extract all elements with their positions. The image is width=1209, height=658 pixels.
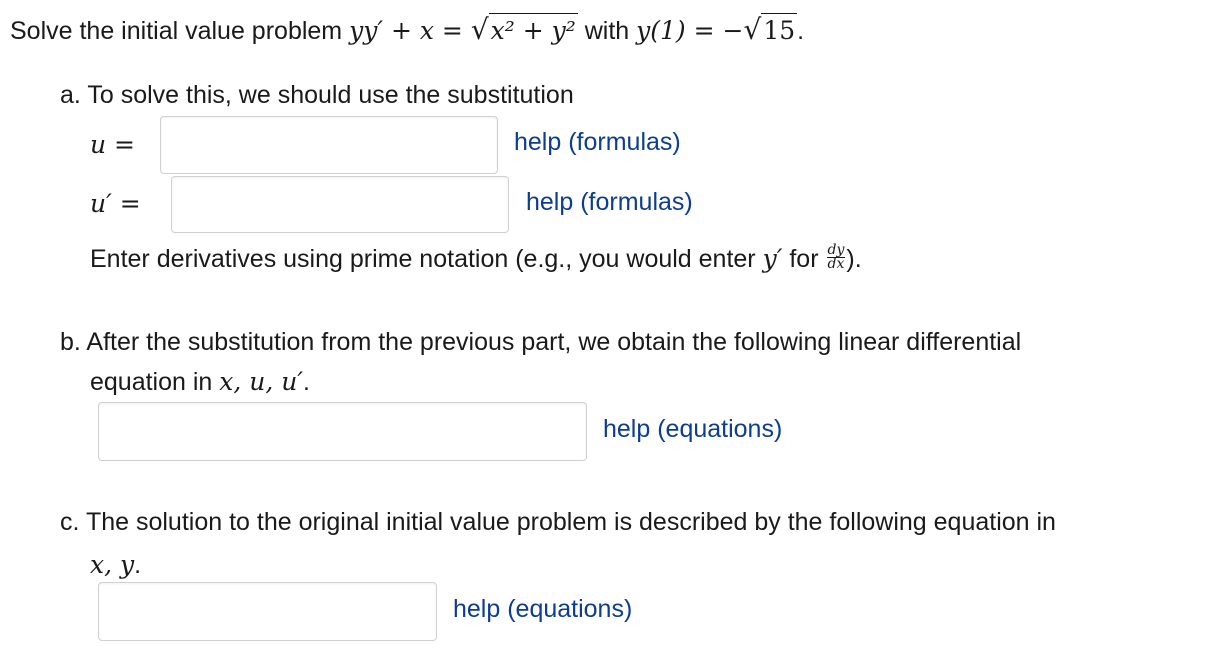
part-b-variables: x, u, u′ <box>219 367 304 396</box>
with-word: with <box>584 17 630 45</box>
part-b-help-link[interactable]: help (equations) <box>603 414 782 444</box>
radical-sign-icon: √ <box>470 13 489 46</box>
problem-statement: Solve the initial value problem yy′ + x … <box>10 13 804 46</box>
part-b-equation-in: equation in <box>90 368 213 396</box>
dy-dx-fraction: dy dx <box>826 243 846 272</box>
ode-lhs: yy′ + x = <box>349 16 471 45</box>
uprime-input[interactable] <box>171 176 509 233</box>
note-yprime: y′ <box>762 244 783 273</box>
u-help-link[interactable]: help (formulas) <box>514 127 681 157</box>
part-b-answer-input[interactable] <box>98 402 587 461</box>
problem-intro: Solve the initial value problem <box>10 17 343 45</box>
uprime-help-link[interactable]: help (formulas) <box>526 187 693 217</box>
ic-sqrt-radicand: 15 <box>761 13 798 46</box>
part-a-prompt: a. To solve this, we should use the subs… <box>60 81 574 109</box>
note-prefix: Enter derivatives using prime notation (… <box>90 245 756 273</box>
note-for: for <box>789 245 819 273</box>
initial-condition-lhs: y(1) = − <box>636 16 744 45</box>
fraction-denominator: dx <box>827 255 845 272</box>
part-c-prompt-line1: c. The solution to the original initial … <box>60 508 1056 536</box>
part-c-help-link[interactable]: help (equations) <box>453 594 632 624</box>
problem-end-period: . <box>797 17 805 45</box>
ode-sqrt-radicand: x² + y² <box>488 13 578 46</box>
derivative-note: Enter derivatives using prime notation (… <box>90 243 862 274</box>
part-c-variables: x, y <box>90 550 135 579</box>
radical-sign-icon-2: √ <box>743 13 762 46</box>
part-c-prompt-line2: x, y. <box>90 550 141 580</box>
ode-sqrt: √x² + y² <box>471 13 578 46</box>
part-b-prompt-line1: b. After the substitution from the previ… <box>60 328 1022 356</box>
uprime-label: u′ = <box>90 189 141 218</box>
ic-sqrt: √15 <box>743 13 798 46</box>
note-suffix: ). <box>846 245 862 273</box>
u-input[interactable] <box>160 116 498 174</box>
part-c-period: . <box>134 551 142 579</box>
part-b-period: . <box>303 368 310 396</box>
part-c-answer-input[interactable] <box>98 582 437 641</box>
part-b-prompt-line2: equation in x, u, u′. <box>90 367 310 397</box>
u-label: u = <box>90 130 135 159</box>
